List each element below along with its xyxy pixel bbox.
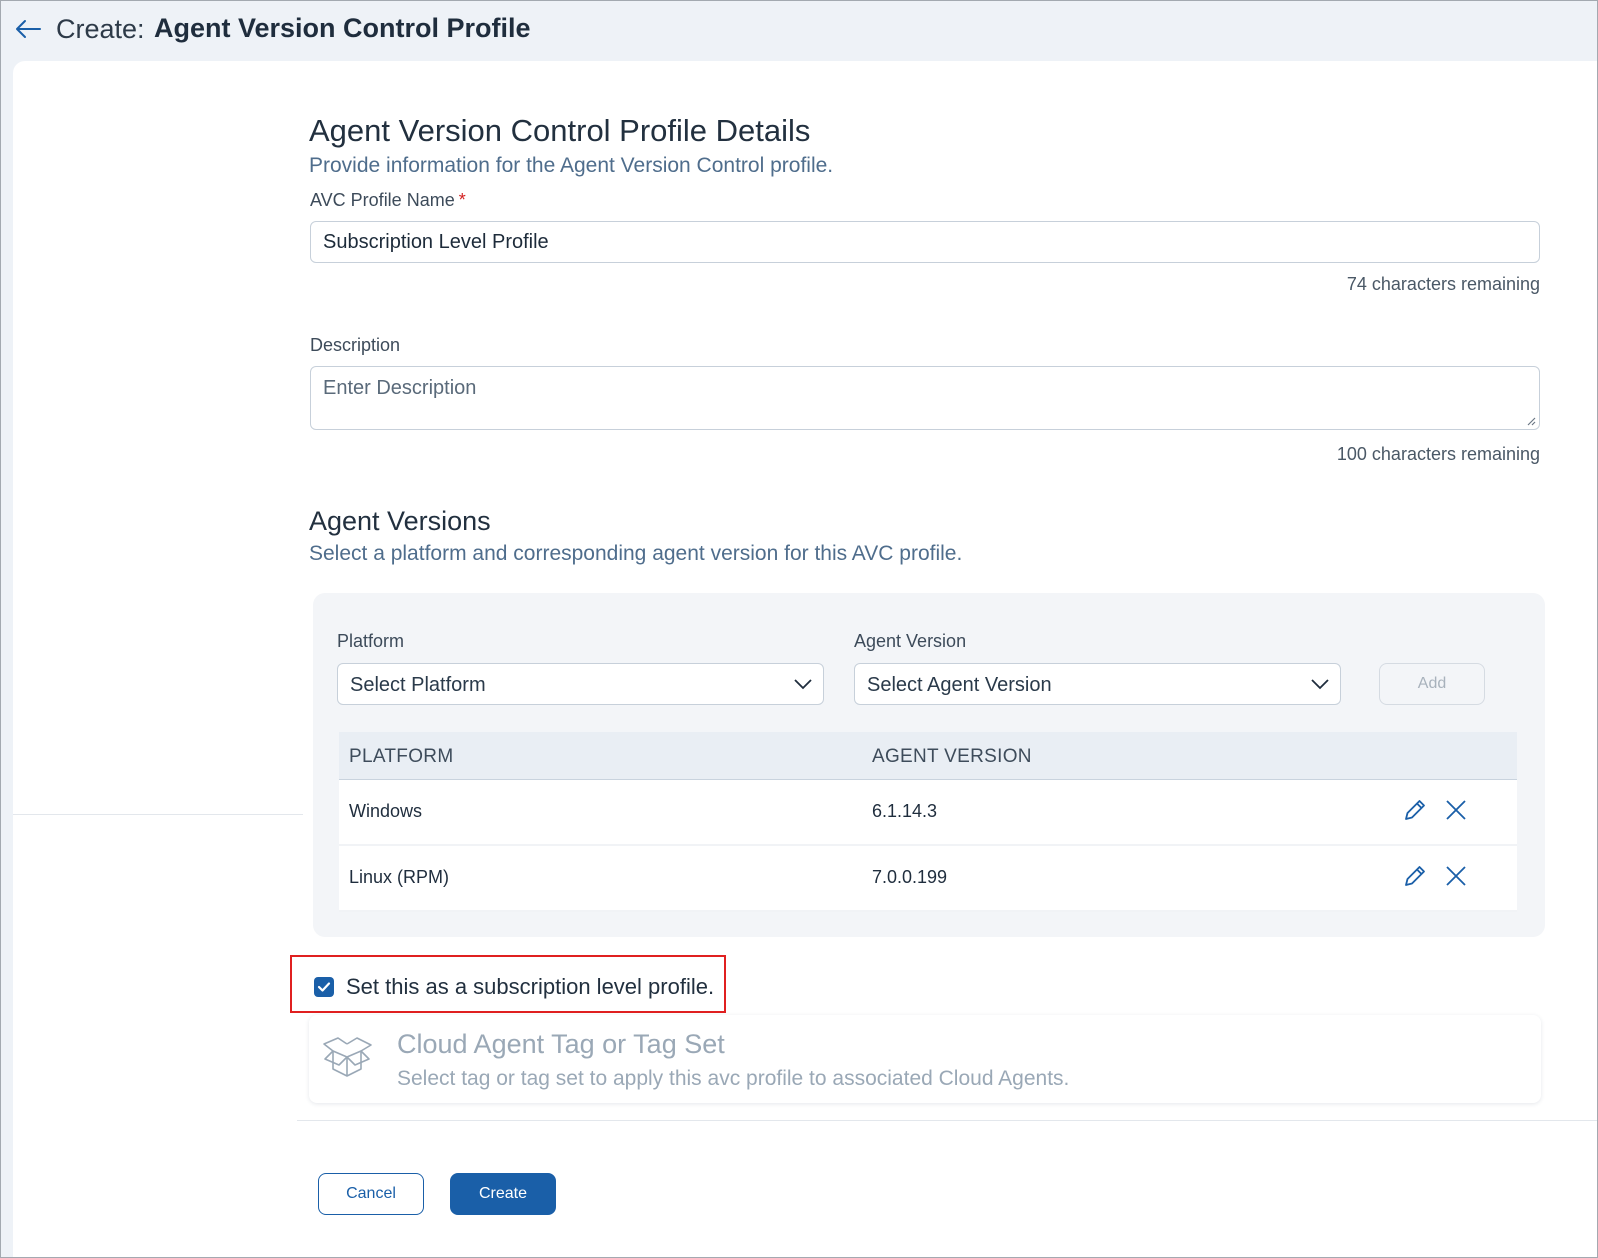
table-row: Windows 6.1.14.3: [339, 780, 1517, 846]
required-marker: *: [458, 190, 466, 210]
back-arrow-icon[interactable]: [14, 17, 42, 41]
checkmark-icon: [317, 982, 331, 992]
edit-pencil-icon[interactable]: [1402, 863, 1428, 889]
subscription-level-checkbox[interactable]: [314, 977, 334, 997]
versions-panel: Platform Select Platform Agent Version S…: [313, 593, 1545, 937]
footer-divider: [297, 1120, 1597, 1121]
versions-section-subtitle: Select a platform and corresponding agen…: [309, 542, 963, 565]
platform-label: Platform: [337, 631, 405, 651]
platform-select[interactable]: Select Platform: [337, 663, 824, 705]
table-row: Linux (RPM) 7.0.0.199: [339, 846, 1517, 912]
close-icon[interactable]: [1443, 863, 1469, 889]
cancel-button[interactable]: Cancel: [318, 1173, 424, 1215]
close-icon[interactable]: [1443, 797, 1469, 823]
column-header-agent-version: AGENT VERSION: [872, 746, 1032, 767]
agent-version-select-value: Select Agent Version: [867, 674, 1052, 696]
agent-version-select[interactable]: Select Agent Version: [854, 663, 1341, 705]
description-counter: 100 characters remaining: [1336, 444, 1540, 464]
profile-name-input[interactable]: [310, 221, 1540, 263]
tag-section: Cloud Agent Tag or Tag Set Select tag or…: [309, 1015, 1541, 1103]
page-header: Create: Agent Version Control Profile: [1, 1, 1597, 59]
chevron-down-icon: [794, 679, 812, 690]
add-version-button[interactable]: Add: [1379, 663, 1485, 705]
profile-name-counter: 74 characters remaining: [1346, 274, 1540, 294]
platform-select-value: Select Platform: [350, 674, 486, 696]
tag-section-subtitle: Select tag or tag set to apply this avc …: [397, 1067, 1070, 1090]
row-agent-version: 7.0.0.199: [872, 867, 948, 887]
description-textarea[interactable]: [310, 366, 1540, 430]
column-header-platform: PLATFORM: [349, 746, 454, 767]
tag-section-title: Cloud Agent Tag or Tag Set: [397, 1029, 725, 1059]
resize-grip-icon[interactable]: [1526, 416, 1536, 426]
agent-version-label: Agent Version: [854, 631, 967, 651]
versions-section-title: Agent Versions: [309, 506, 491, 536]
page-title: Agent Version Control Profile: [154, 13, 531, 43]
details-section-subtitle: Provide information for the Agent Versio…: [309, 154, 834, 177]
left-divider: [13, 814, 303, 815]
open-box-icon: [323, 1037, 372, 1077]
description-label: Description: [310, 335, 401, 355]
row-platform: Linux (RPM): [349, 867, 450, 887]
subscription-level-label[interactable]: Set this as a subscription level profile…: [346, 974, 714, 1000]
edit-pencil-icon[interactable]: [1402, 797, 1428, 823]
app-window: Create: Agent Version Control Profile Ag…: [0, 0, 1598, 1258]
details-section-title: Agent Version Control Profile Details: [309, 113, 811, 148]
create-prefix: Create:: [56, 14, 145, 44]
main-card: Agent Version Control Profile Details Pr…: [13, 61, 1597, 1257]
profile-name-label-text: AVC Profile Name: [310, 190, 455, 210]
profile-name-label: AVC Profile Name *: [310, 190, 466, 211]
row-agent-version: 6.1.14.3: [872, 801, 938, 821]
versions-table: PLATFORM AGENT VERSION Windows 6.1.14.3 …: [339, 732, 1517, 912]
create-button[interactable]: Create: [450, 1173, 556, 1215]
chevron-down-icon: [1311, 679, 1329, 690]
table-header: PLATFORM AGENT VERSION: [339, 732, 1517, 780]
row-platform: Windows: [349, 801, 423, 821]
